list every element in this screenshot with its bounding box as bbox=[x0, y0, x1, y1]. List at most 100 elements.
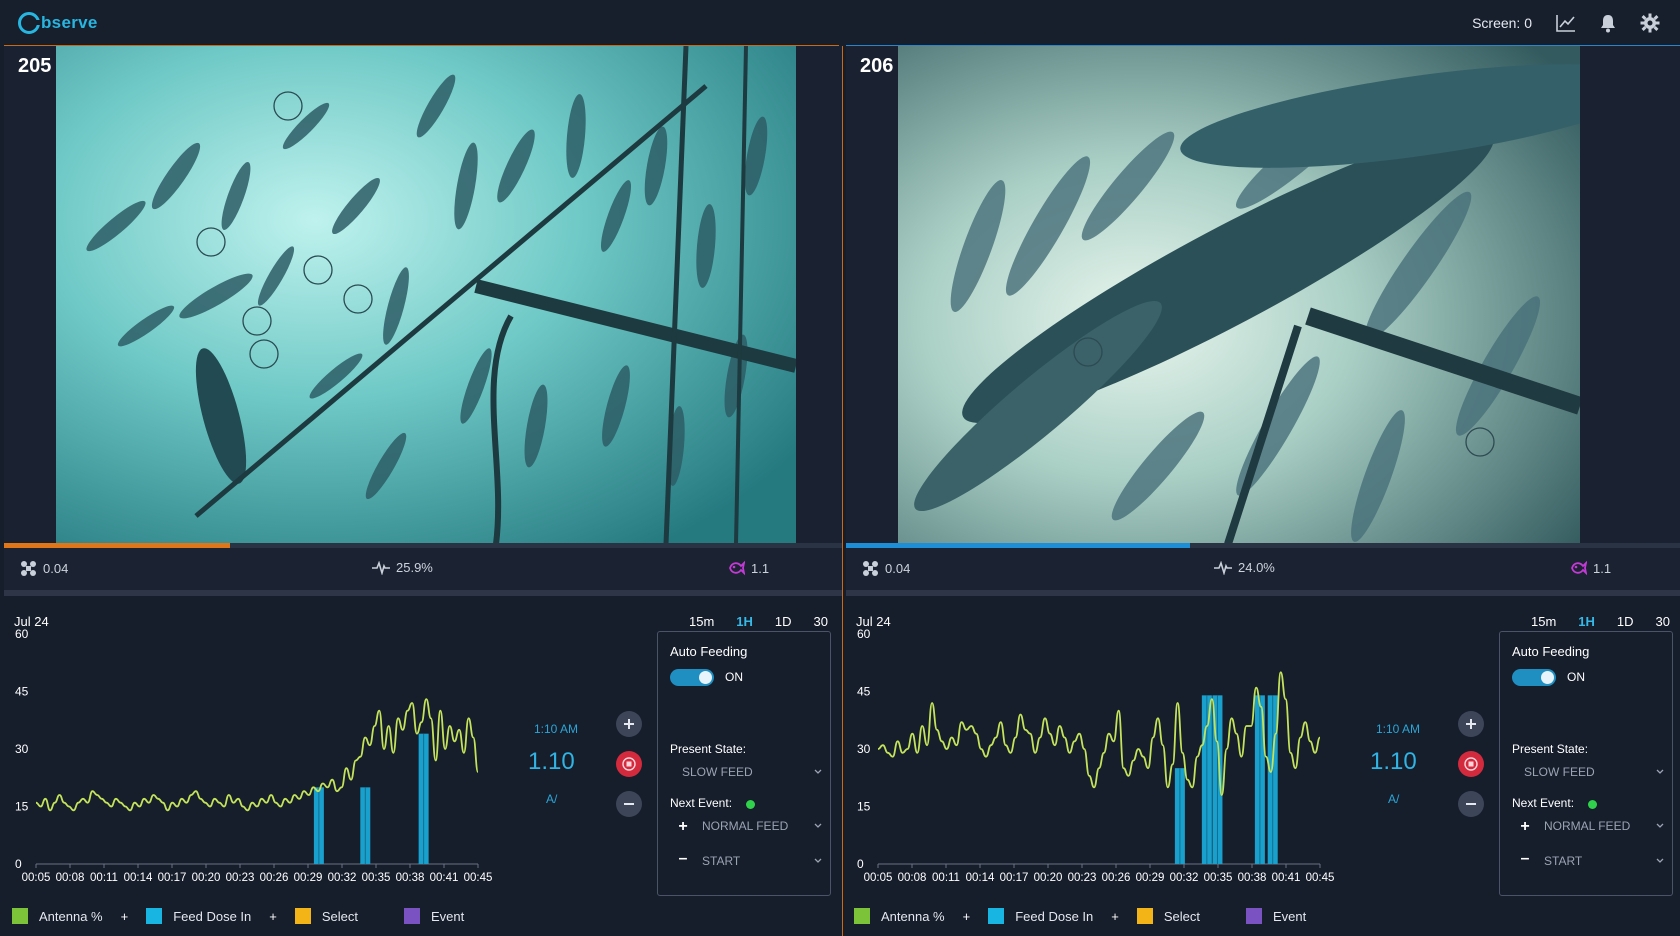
present-state-select[interactable]: SLOW FEED bbox=[676, 762, 822, 782]
x-tick-label: 00:23 bbox=[1068, 872, 1097, 884]
x-tick-label: 00:45 bbox=[1306, 872, 1335, 884]
legend-event-swatch[interactable] bbox=[403, 908, 420, 924]
auto-feeding-toggle[interactable] bbox=[670, 669, 714, 686]
feeding-chart-area: Jul 24 15m 1H 1D 30 0 15 30 45 60 00:05 00:08 0… bbox=[846, 596, 1680, 936]
x-tick-label: 00:41 bbox=[430, 872, 459, 884]
x-tick-label: 00:11 bbox=[90, 872, 118, 884]
camera-feed-image bbox=[56, 46, 796, 544]
legend-feed-swatch[interactable] bbox=[988, 908, 1005, 924]
legend-event-swatch[interactable] bbox=[1245, 908, 1262, 924]
x-tick-label: 00:14 bbox=[966, 872, 995, 884]
camera-feed-206[interactable]: 206 bbox=[846, 46, 1680, 544]
y-tick-label: 60 bbox=[15, 627, 29, 641]
add-event-button[interactable]: + bbox=[1518, 818, 1532, 836]
range-30[interactable]: 30 bbox=[814, 614, 828, 629]
stat-center: 25.9% bbox=[372, 560, 433, 575]
x-tick-label: 00:05 bbox=[22, 872, 51, 884]
legend-add-icon[interactable]: + bbox=[963, 909, 971, 924]
chevron-down-icon bbox=[814, 769, 822, 774]
readout-value: 1.10 bbox=[528, 748, 575, 775]
legend-add-icon[interactable]: + bbox=[121, 909, 129, 924]
record-stop-button[interactable] bbox=[616, 751, 642, 777]
antenna-feed-chart[interactable]: 0 15 30 45 60 00:05 00:08 00:11 00:14 00:17 00:20 0… bbox=[846, 626, 1356, 896]
feeding-chart-area: Jul 24 15m 1H 1D 30 0 15 30 45 60 00:05 00:08 0… bbox=[4, 596, 842, 936]
drone-icon bbox=[863, 561, 878, 576]
increase-button[interactable] bbox=[616, 711, 642, 737]
auto-feeding-title: Auto Feeding bbox=[1512, 644, 1590, 659]
trend-icon[interactable] bbox=[1554, 11, 1578, 35]
legend-feed-label: Feed Dose In bbox=[1015, 908, 1094, 924]
stat-left-value: 0.04 bbox=[43, 561, 69, 576]
next-event-value: NORMAL FEED bbox=[1544, 819, 1631, 833]
chevron-down-icon bbox=[1656, 823, 1664, 828]
plus-icon bbox=[624, 719, 634, 729]
stat-center-value: 24.0% bbox=[1238, 560, 1275, 575]
logo-ring-icon bbox=[18, 12, 41, 34]
decrease-button[interactable] bbox=[616, 791, 642, 817]
legend-select-swatch[interactable] bbox=[1136, 908, 1153, 924]
next-event-select[interactable]: NORMAL FEED bbox=[696, 816, 822, 836]
range-1h[interactable]: 1H bbox=[1578, 614, 1595, 629]
camera-id: 206 bbox=[860, 55, 894, 77]
auto-feeding-panel: Auto Feeding ON Present State: SLOW FEED… bbox=[657, 631, 831, 896]
next-event-label: Next Event: bbox=[670, 796, 733, 810]
increase-button[interactable] bbox=[1458, 711, 1484, 737]
drone-icon bbox=[21, 561, 36, 576]
range-15m[interactable]: 15m bbox=[1531, 614, 1556, 629]
start-value: START bbox=[1544, 854, 1583, 868]
decrease-button[interactable] bbox=[1458, 791, 1484, 817]
x-tick-label: 00:08 bbox=[56, 872, 85, 884]
remove-event-button[interactable]: – bbox=[676, 850, 690, 868]
app-name: bserve bbox=[41, 13, 98, 32]
legend-feed-swatch[interactable] bbox=[146, 908, 163, 924]
time-range-selector: 15m 1H 1D 30 bbox=[1531, 614, 1670, 629]
fish-link-icon bbox=[729, 560, 745, 576]
range-1d[interactable]: 1D bbox=[1617, 614, 1634, 629]
camera-feed-image bbox=[898, 46, 1580, 544]
auto-feeding-toggle[interactable] bbox=[1512, 669, 1556, 686]
start-select[interactable]: START bbox=[1538, 851, 1664, 871]
range-1d[interactable]: 1D bbox=[775, 614, 792, 629]
range-15m[interactable]: 15m bbox=[689, 614, 714, 629]
next-event-status-dot bbox=[746, 800, 755, 809]
stop-icon bbox=[622, 757, 636, 771]
legend-antenna-label: Antenna % bbox=[39, 908, 103, 924]
camera-panel-205: 205 0.04 25.9% 1.1 Jul 24 15m 1H 1D 30 0… bbox=[4, 46, 842, 936]
legend-select-swatch[interactable] bbox=[294, 908, 311, 924]
y-tick-label: 0 bbox=[15, 857, 22, 871]
x-tick-label: 00:20 bbox=[192, 872, 221, 884]
pulse-icon bbox=[372, 560, 390, 575]
present-state-value: SLOW FEED bbox=[1524, 765, 1595, 779]
y-tick-label: 0 bbox=[857, 857, 864, 871]
y-tick-label: 60 bbox=[857, 627, 871, 641]
range-30[interactable]: 30 bbox=[1656, 614, 1670, 629]
start-select[interactable]: START bbox=[696, 851, 822, 871]
add-event-button[interactable]: + bbox=[676, 818, 690, 836]
antenna-feed-chart[interactable]: 0 15 30 45 60 00:05 00:08 00:11 00:14 00:17 00:20 0… bbox=[4, 626, 514, 896]
start-value: START bbox=[702, 854, 741, 868]
x-tick-label: 00:20 bbox=[1034, 872, 1063, 884]
camera-feed-205[interactable]: 205 bbox=[4, 46, 842, 544]
range-1h[interactable]: 1H bbox=[736, 614, 753, 629]
plus-icon bbox=[1466, 719, 1476, 729]
chevron-down-icon bbox=[1656, 769, 1664, 774]
legend-antenna-swatch[interactable] bbox=[854, 908, 870, 924]
stat-left-value: 0.04 bbox=[885, 561, 911, 576]
next-event-label: Next Event: bbox=[1512, 796, 1575, 810]
next-event-select[interactable]: NORMAL FEED bbox=[1538, 816, 1664, 836]
record-stop-button[interactable] bbox=[1458, 751, 1484, 777]
stat-right-value: 1.1 bbox=[751, 561, 770, 576]
screen-label[interactable]: Screen: 0 bbox=[1472, 15, 1532, 31]
antenna-series-line bbox=[877, 671, 1321, 796]
present-state-select[interactable]: SLOW FEED bbox=[1518, 762, 1664, 782]
legend-antenna-swatch[interactable] bbox=[12, 908, 28, 924]
x-tick-label: 00:32 bbox=[328, 872, 357, 884]
app-logo[interactable]: bserve bbox=[18, 9, 98, 37]
x-tick-label: 00:11 bbox=[932, 872, 960, 884]
remove-event-button[interactable]: – bbox=[1518, 850, 1532, 868]
bell-icon[interactable] bbox=[1596, 11, 1620, 35]
legend-add-icon[interactable]: + bbox=[269, 909, 277, 924]
legend-add-icon[interactable]: + bbox=[1111, 909, 1119, 924]
toggle-state: ON bbox=[1567, 670, 1585, 684]
gear-icon[interactable] bbox=[1638, 11, 1662, 35]
